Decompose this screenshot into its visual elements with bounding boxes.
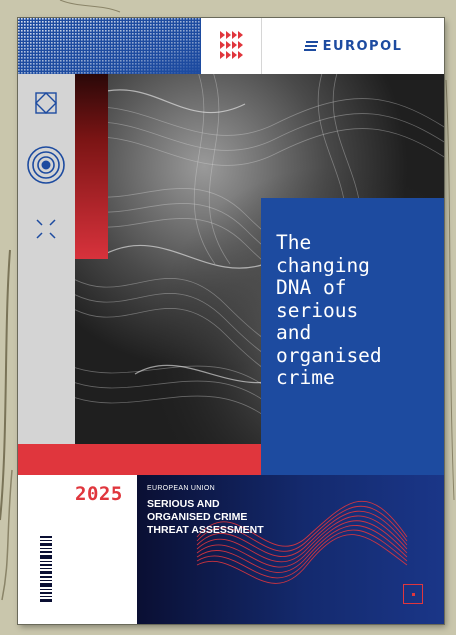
concentric-circles-icon xyxy=(25,144,67,186)
title-line: crime xyxy=(276,366,335,389)
barcode-icon xyxy=(40,536,52,602)
report-name-line: THREAT ASSESSMENT xyxy=(147,524,264,536)
corners-x-icon xyxy=(25,208,67,250)
report-year: 2025 xyxy=(75,483,123,505)
report-cover: EUROPOL The changing DNA of serious and … xyxy=(18,18,444,624)
report-name: SERIOUS AND ORGANISED CRIME THREAT ASSES… xyxy=(147,498,264,537)
red-divider-bar xyxy=(18,444,261,475)
report-name-line: SERIOUS AND xyxy=(147,498,220,510)
publisher-label: EUROPEAN UNION xyxy=(147,485,215,492)
title-line: serious xyxy=(276,298,359,322)
dot-pattern-header xyxy=(18,18,201,74)
europol-logo: EUROPOL xyxy=(262,18,444,74)
title-line: DNA of xyxy=(276,276,347,299)
title-line: organised xyxy=(276,343,382,367)
blue-divider-bar xyxy=(261,444,444,475)
title-line: changing xyxy=(276,253,370,277)
europol-logo-icon xyxy=(303,41,318,51)
chevrons-icon xyxy=(201,18,262,74)
report-name-line: ORGANISED CRIME xyxy=(147,511,248,523)
cover-title: The changing DNA of serious and organise… xyxy=(276,231,441,390)
square-dot-icon xyxy=(403,584,423,604)
title-line: The xyxy=(276,231,312,254)
diamond-square-icon xyxy=(25,82,67,124)
icon-column xyxy=(18,74,75,444)
title-line: and xyxy=(276,321,312,344)
red-gradient-strip xyxy=(75,74,108,259)
brand-name: EUROPOL xyxy=(322,38,403,54)
